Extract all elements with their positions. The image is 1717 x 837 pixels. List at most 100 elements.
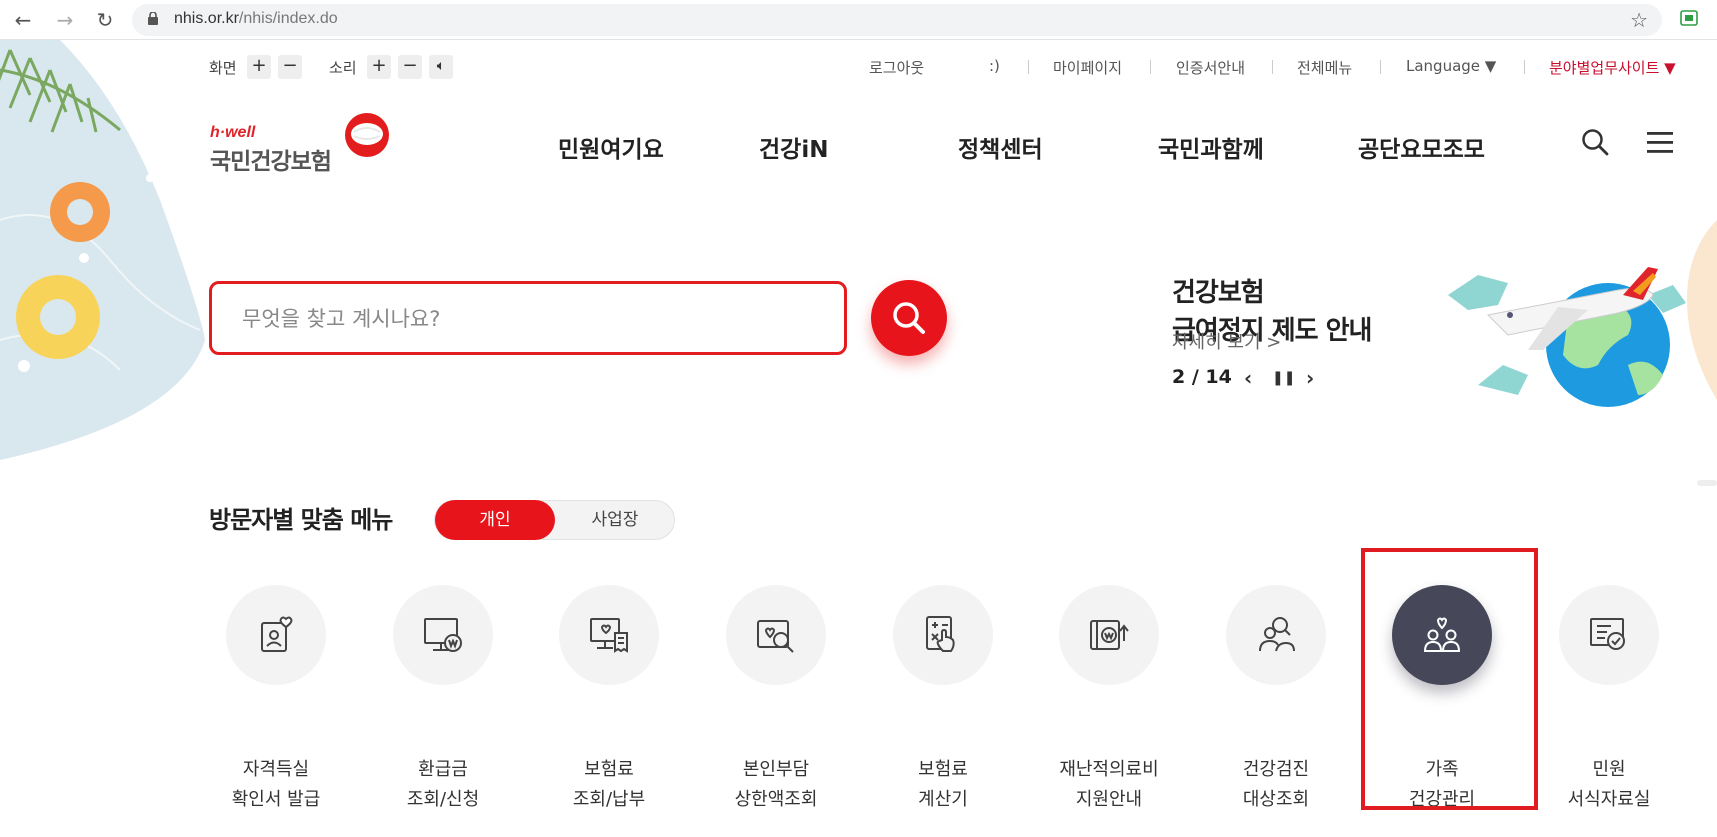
tab-business[interactable]: 사업장 xyxy=(555,501,675,539)
visitor-menu-title: 방문자별 맞춤 메뉴 xyxy=(209,506,393,534)
reload-icon[interactable]: ↻ xyxy=(92,8,118,32)
url-host: nhis.or.kr xyxy=(174,10,239,27)
summer-decoration-left xyxy=(0,40,205,460)
menu-circle xyxy=(393,585,493,685)
airplane-globe-illustration xyxy=(1448,267,1686,407)
address-bar[interactable]: nhis.or.kr/nhis/index.do ☆ xyxy=(132,4,1662,36)
menu-label-line1: 자격득실 xyxy=(242,759,310,780)
menu-label-line2: 조회/신청 xyxy=(406,789,480,810)
banner-next-button[interactable]: › xyxy=(1306,366,1314,390)
separator xyxy=(1524,60,1525,74)
separator xyxy=(1150,60,1151,74)
hamburger-menu-icon[interactable] xyxy=(1647,132,1673,154)
menu-label-line1: 보험료 xyxy=(584,759,634,780)
menu-circle xyxy=(893,585,993,685)
document-check-icon xyxy=(1590,618,1625,650)
menu-label-line1: 재난적의료비 xyxy=(1059,759,1159,780)
wallet-won-arrow-icon xyxy=(1090,620,1129,650)
separator xyxy=(1272,60,1273,74)
separator xyxy=(1380,60,1381,74)
menu-label: 환급금 조회/신청 xyxy=(363,755,523,815)
banner-page-indicator: 2 / 14 xyxy=(1172,366,1232,388)
monitor-receipt-icon xyxy=(590,618,628,653)
business-sites-select[interactable]: 분야별업무사이트 ▼ xyxy=(1549,57,1676,78)
tab-personal[interactable]: 개인 xyxy=(435,500,555,540)
forward-icon[interactable]: → xyxy=(52,8,78,32)
menu-label-line1: 민원 xyxy=(1592,759,1626,780)
search-icon xyxy=(893,302,925,334)
menu-circle xyxy=(559,585,659,685)
menu-label: 보험료 조회/납부 xyxy=(529,755,689,815)
user-status-link[interactable]: :) xyxy=(989,57,1000,75)
back-icon[interactable]: ← xyxy=(10,8,36,32)
speaker-icon[interactable]: 🔈︎ xyxy=(429,55,453,79)
menu-label: 건강검진 대상조회 xyxy=(1196,755,1356,815)
menu-label-line1: 보험료 xyxy=(918,759,968,780)
logo-sub: h·well xyxy=(210,124,256,141)
menu-label-line1: 환급금 xyxy=(418,759,468,780)
extension-icon[interactable] xyxy=(1680,10,1698,26)
menu-circle xyxy=(1559,585,1659,685)
separator xyxy=(1028,60,1029,74)
monitor-won-icon xyxy=(424,618,462,652)
gnb-policy-center[interactable]: 정책센터 xyxy=(958,130,1043,164)
logout-link[interactable]: 로그아웃 xyxy=(869,57,924,78)
url-path: /nhis/index.do xyxy=(238,10,338,27)
gnb-civil-service[interactable]: 민원여기요 xyxy=(558,130,664,164)
all-menu-link[interactable]: 전체메뉴 xyxy=(1297,57,1352,78)
search-input[interactable] xyxy=(242,302,802,336)
calculator-hand-icon xyxy=(926,616,955,652)
menu-circle xyxy=(226,585,326,685)
bookmark-star-icon[interactable]: ☆ xyxy=(1630,8,1648,32)
people-search-icon xyxy=(1259,617,1295,652)
utility-bar: 화면 + − 소리 + − 🔈︎ 로그아웃 :) 마이페이지 인증서안내 전체메… xyxy=(0,54,1717,80)
menu-label-line1: 건강검진 xyxy=(1242,759,1310,780)
browser-toolbar: ← → ↻ nhis.or.kr/nhis/index.do ☆ xyxy=(0,0,1717,40)
search-button[interactable] xyxy=(871,280,947,356)
mascot-mask-icon xyxy=(345,113,389,157)
menu-label-line2: 상한액조회 xyxy=(734,789,818,810)
menu-label: 본인부담 상한액조회 xyxy=(696,755,856,815)
banner-prev-button[interactable]: ‹ xyxy=(1244,366,1252,390)
summer-decoration-right xyxy=(1687,220,1717,486)
menu-label: 보험료 계산기 xyxy=(863,755,1023,815)
menu-label-line1: 본인부담 xyxy=(742,759,810,780)
gnb-with-public[interactable]: 국민과함께 xyxy=(1158,130,1264,164)
url-text: nhis.or.kr/nhis/index.do xyxy=(174,10,338,28)
page: 화면 + − 소리 + − 🔈︎ 로그아웃 :) 마이페이지 인증서안내 전체메… xyxy=(0,40,1717,837)
menu-label-line2: 지원안내 xyxy=(1075,789,1143,810)
menu-label: 재난적의료비 지원안내 xyxy=(1029,755,1189,815)
screen-zoom-in-button[interactable]: + xyxy=(247,55,271,79)
visitor-type-toggle: 개인 사업장 xyxy=(434,500,675,540)
volume-up-button[interactable]: + xyxy=(367,55,391,79)
banner-more-link[interactable]: 자세히 보기 > xyxy=(1172,328,1281,354)
language-select[interactable]: Language ▼ xyxy=(1406,57,1496,75)
menu-label-line2: 조회/납부 xyxy=(572,789,646,810)
sound-label: 소리 xyxy=(329,59,357,77)
id-card-heart-icon xyxy=(261,616,293,652)
search-icon[interactable] xyxy=(1581,128,1609,156)
logo-main: 국민건강보험 xyxy=(210,149,332,175)
mypage-link[interactable]: 마이페이지 xyxy=(1053,57,1122,78)
main-search xyxy=(209,281,847,355)
menu-label: 자격득실 확인서 발급 xyxy=(196,755,356,815)
banner-pause-button[interactable]: ❚❚ xyxy=(1272,370,1295,386)
menu-label-line2: 서식자료실 xyxy=(1567,789,1651,810)
highlight-box xyxy=(1361,548,1538,810)
volume-down-button[interactable]: − xyxy=(398,55,422,79)
screen-size-label: 화면 xyxy=(209,59,237,77)
heart-search-icon xyxy=(757,620,794,653)
menu-label-line2: 대상조회 xyxy=(1242,789,1310,810)
menu-label-line2: 확인서 발급 xyxy=(231,789,321,810)
gnb-health-in[interactable]: 건강iN xyxy=(759,130,828,164)
menu-label: 민원 서식자료실 xyxy=(1529,755,1689,815)
certificate-guide-link[interactable]: 인증서안내 xyxy=(1176,57,1245,78)
gnb-about-nhis[interactable]: 공단요모조모 xyxy=(1358,130,1485,164)
menu-circle xyxy=(726,585,826,685)
menu-label-line2: 계산기 xyxy=(918,789,968,810)
screen-zoom-out-button[interactable]: − xyxy=(278,55,302,79)
menu-circle xyxy=(1226,585,1326,685)
menu-circle xyxy=(1059,585,1159,685)
banner-title-line1: 건강보험 xyxy=(1172,278,1265,308)
lock-icon xyxy=(148,12,158,25)
